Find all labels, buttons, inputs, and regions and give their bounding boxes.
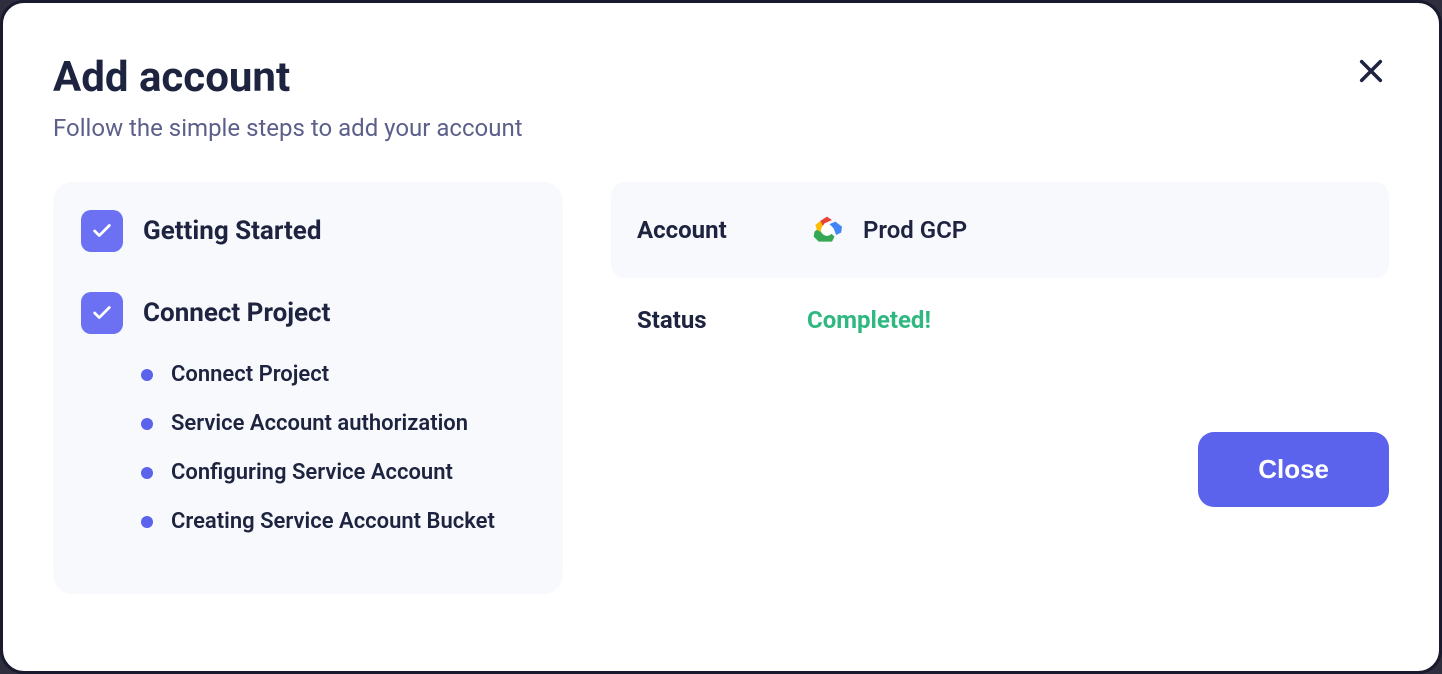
step-getting-started[interactable]: Getting Started xyxy=(81,210,535,252)
modal-subtitle: Follow the simple steps to add your acco… xyxy=(53,114,1389,142)
status-value: Completed! xyxy=(807,306,931,334)
substep-item[interactable]: Creating Service Account Bucket xyxy=(141,509,535,534)
steps-panel: Getting Started Connect Project Connect xyxy=(53,182,563,594)
details-panel: Account Prod GCP Status Completed! xyxy=(611,182,1389,594)
substep-label: Creating Service Account Bucket xyxy=(171,509,495,534)
bullet-icon xyxy=(141,467,153,479)
account-name: Prod GCP xyxy=(863,216,967,244)
step-title: Connect Project xyxy=(143,298,330,328)
check-icon xyxy=(91,220,113,242)
bullet-icon xyxy=(141,369,153,381)
close-icon xyxy=(1357,57,1385,85)
modal-title: Add account xyxy=(53,53,1389,102)
modal-actions: Close xyxy=(611,432,1389,507)
add-account-modal: Add account Follow the simple steps to a… xyxy=(0,0,1442,674)
gcp-cloud-icon xyxy=(807,210,847,250)
substep-item[interactable]: Configuring Service Account xyxy=(141,460,535,485)
detail-row-status: Status Completed! xyxy=(611,278,1389,362)
bullet-icon xyxy=(141,516,153,528)
step-checkbox-checked xyxy=(81,292,123,334)
check-icon xyxy=(91,302,113,324)
substeps: Connect Project Service Account authoriz… xyxy=(141,362,535,534)
substep-item[interactable]: Connect Project xyxy=(141,362,535,387)
bullet-icon xyxy=(141,418,153,430)
step-checkbox-checked xyxy=(81,210,123,252)
detail-value: Prod GCP xyxy=(807,210,967,250)
detail-label: Status xyxy=(637,306,807,334)
step-connect-project[interactable]: Connect Project Connect Project Service … xyxy=(81,292,535,534)
modal-header: Add account Follow the simple steps to a… xyxy=(53,53,1389,142)
close-icon-button[interactable] xyxy=(1353,53,1389,89)
detail-label: Account xyxy=(637,216,807,244)
close-button[interactable]: Close xyxy=(1198,432,1389,507)
step-header: Connect Project xyxy=(81,292,535,334)
substep-item[interactable]: Service Account authorization xyxy=(141,411,535,436)
modal-content: Getting Started Connect Project Connect xyxy=(53,182,1389,594)
substep-label: Configuring Service Account xyxy=(171,460,453,485)
step-title: Getting Started xyxy=(143,216,321,246)
detail-row-account: Account Prod GCP xyxy=(611,182,1389,278)
step-header: Getting Started xyxy=(81,210,535,252)
substep-label: Connect Project xyxy=(171,362,329,387)
substep-label: Service Account authorization xyxy=(171,411,468,436)
